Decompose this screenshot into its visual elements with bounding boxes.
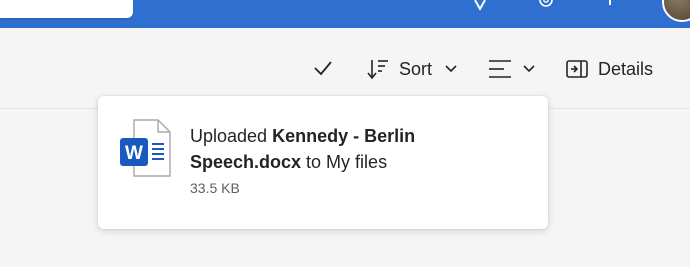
details-pane-icon [566,60,588,78]
sort-button[interactable]: Sort [367,58,458,80]
chevron-down-icon [445,65,457,73]
upload-message-suffix: to My files [301,152,388,172]
search-box[interactable] [0,0,133,18]
view-options-button[interactable] [488,58,536,80]
top-app-bar [0,0,690,28]
select-check-button[interactable] [313,60,333,76]
details-button[interactable]: Details [565,58,653,80]
chevron-down-icon [523,65,535,73]
upload-message-prefix: Uploaded [190,126,273,146]
sort-icon [367,60,388,80]
premium-diamond-icon[interactable] [470,0,490,14]
word-document-icon: W [120,119,171,177]
view-list-icon [489,60,511,78]
help-icon[interactable] [600,0,620,14]
upload-message: Uploaded Kennedy - Berlin Speech.docx to… [190,123,530,175]
word-icon-letter: W [125,143,143,164]
user-avatar[interactable] [662,0,690,22]
checkmark-icon [314,61,332,76]
sort-label: Sort [399,58,433,79]
settings-gear-icon[interactable] [536,0,556,14]
file-size: 33.5 KB [190,180,240,196]
details-label: Details [598,58,654,79]
upload-notification-toast[interactable]: W Uploaded Kennedy - Berlin Speech.docx … [98,96,548,229]
